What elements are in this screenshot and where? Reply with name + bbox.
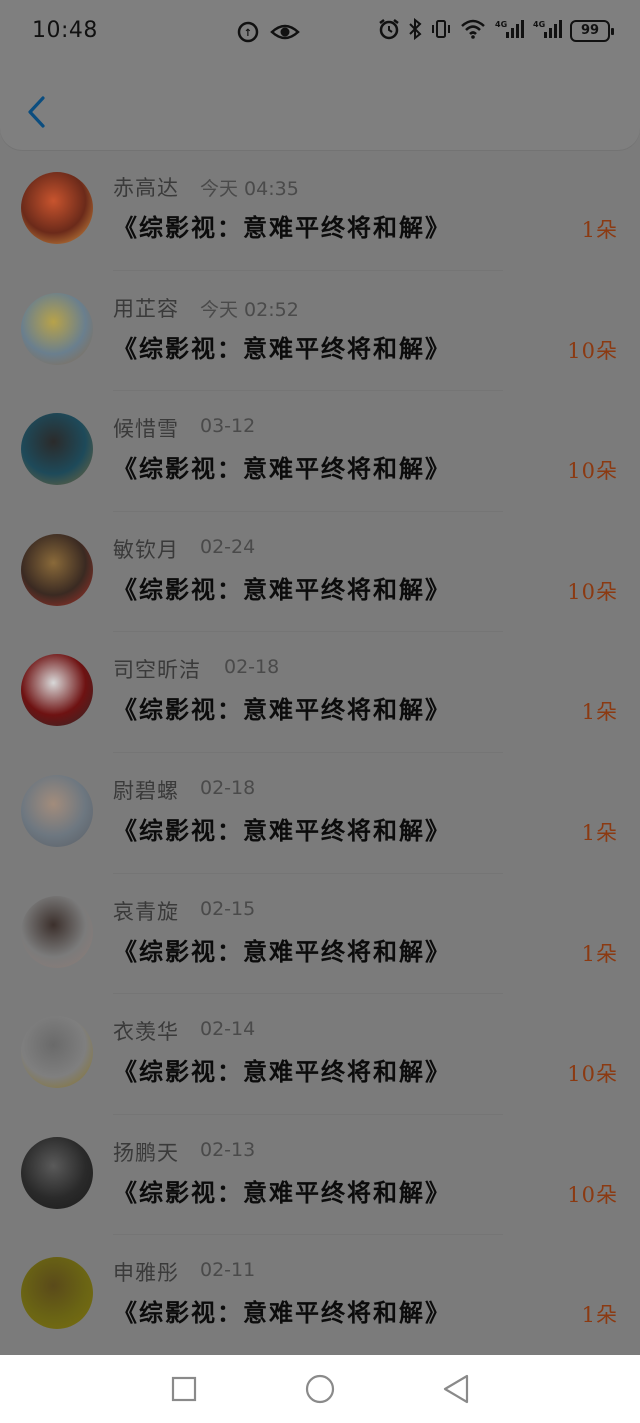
avatar[interactable] xyxy=(21,172,93,244)
recent-apps-button[interactable] xyxy=(168,1373,200,1405)
vibrate-icon xyxy=(430,18,452,44)
list-item[interactable]: 用芷容 今天 02:52 《综影视：意难平终将和解》 10朵 xyxy=(0,271,640,392)
flower-count: 10朵 xyxy=(567,1182,618,1207)
sender-name: 候惜雪 xyxy=(113,417,179,442)
triangle-back-icon xyxy=(443,1374,469,1404)
data-saver-icon: ↑ xyxy=(236,20,260,48)
book-title: 《综影视：意难平终将和解》 xyxy=(113,695,451,725)
wifi-icon xyxy=(460,18,486,44)
svg-text:↑: ↑ xyxy=(244,28,252,39)
timestamp: 02-24 xyxy=(200,535,256,558)
list-item[interactable]: 尉碧螺 02-18 《综影视：意难平终将和解》 1朵 xyxy=(0,753,640,874)
flower-count: 1朵 xyxy=(581,820,618,845)
nav-back-button[interactable] xyxy=(440,1373,472,1405)
signal-4g-icon-2: 4G xyxy=(532,18,562,44)
signal-4g-icon: 4G xyxy=(494,18,524,44)
back-button[interactable] xyxy=(22,92,50,132)
list-item[interactable]: 哀青旋 02-15 《综影视：意难平终将和解》 1朵 xyxy=(0,874,640,995)
timestamp: 02-18 xyxy=(200,776,256,799)
sender-name: 尉碧螺 xyxy=(113,778,179,803)
list-item[interactable]: 申雅彤 02-11 《综影视：意难平终将和解》 1朵 xyxy=(0,1235,640,1356)
book-title: 《综影视：意难平终将和解》 xyxy=(113,454,451,484)
battery-icon: 99 xyxy=(570,20,614,42)
screen: 10:48 ↑ 4G 4G 99 赤高达 今天 04:35 《综影视：意难平终将… xyxy=(0,0,640,1423)
sender-name: 用芷容 xyxy=(113,296,179,321)
list-item[interactable]: 敏钦月 02-24 《综影视：意难平终将和解》 10朵 xyxy=(0,512,640,633)
chevron-left-icon xyxy=(28,96,45,128)
timestamp: 02-13 xyxy=(200,1138,256,1161)
eye-icon xyxy=(270,20,300,48)
svg-text:4G: 4G xyxy=(533,20,545,29)
sender-name: 衣羡华 xyxy=(113,1020,179,1045)
book-title: 《综影视：意难平终将和解》 xyxy=(113,1177,451,1207)
flower-count: 1朵 xyxy=(581,1303,618,1328)
avatar[interactable] xyxy=(21,774,93,847)
list-item[interactable]: 衣羡华 02-14 《综影视：意难平终将和解》 10朵 xyxy=(0,994,640,1115)
svg-text:4G: 4G xyxy=(495,20,507,29)
timestamp: 02-11 xyxy=(200,1259,256,1282)
list-item[interactable]: 候惜雪 03-12 《综影视：意难平终将和解》 10朵 xyxy=(0,391,640,512)
sender-name: 敏钦月 xyxy=(113,537,179,562)
timestamp: 02-18 xyxy=(224,656,280,679)
timestamp: 02-14 xyxy=(200,1018,256,1041)
flower-count: 1朵 xyxy=(581,218,618,242)
list-item[interactable]: 司空昕洁 02-18 《综影视：意难平终将和解》 1朵 xyxy=(0,632,640,753)
avatar[interactable] xyxy=(21,292,93,365)
sender-name: 哀青旋 xyxy=(113,899,179,924)
timestamp: 今天 02:52 xyxy=(200,298,299,321)
flower-count: 10朵 xyxy=(567,1062,618,1087)
timestamp: 02-15 xyxy=(200,897,256,920)
book-title: 《综影视：意难平终将和解》 xyxy=(113,574,451,604)
avatar[interactable] xyxy=(21,1016,93,1089)
avatar[interactable] xyxy=(21,654,93,727)
avatar[interactable] xyxy=(21,1136,93,1209)
list-item[interactable]: 扬鹏天 02-13 《综影视：意难平终将和解》 10朵 xyxy=(0,1115,640,1236)
status-time: 10:48 xyxy=(32,18,98,43)
timestamp: 今天 04:35 xyxy=(200,178,299,200)
status-bar: 10:48 ↑ 4G 4G 99 xyxy=(0,0,640,64)
book-title: 《综影视：意难平终将和解》 xyxy=(113,333,451,363)
timestamp: 03-12 xyxy=(200,415,256,438)
flower-count: 1朵 xyxy=(581,941,618,966)
status-mid-icons: ↑ xyxy=(236,20,300,48)
status-right-icons: 4G 4G 99 xyxy=(378,17,614,44)
flower-count: 10朵 xyxy=(567,459,618,484)
list-item[interactable]: 赤高达 今天 04:35 《综影视：意难平终将和解》 1朵 xyxy=(0,150,640,271)
bluetooth-icon xyxy=(408,17,422,44)
circle-icon xyxy=(305,1374,335,1404)
system-nav-bar xyxy=(0,1355,640,1423)
avatar[interactable] xyxy=(21,413,93,486)
book-title: 《综影视：意难平终将和解》 xyxy=(113,815,451,845)
book-title: 《综影视：意难平终将和解》 xyxy=(113,936,451,966)
sender-name: 司空昕洁 xyxy=(113,658,201,683)
flower-count: 1朵 xyxy=(581,700,618,725)
sender-name: 赤高达 xyxy=(113,176,179,200)
header-panel: 10:48 ↑ 4G 4G 99 xyxy=(0,0,640,150)
flower-count: 10朵 xyxy=(567,338,618,363)
flower-count: 10朵 xyxy=(567,579,618,604)
home-button[interactable] xyxy=(304,1373,336,1405)
square-icon xyxy=(171,1376,197,1402)
alarm-icon xyxy=(378,18,400,44)
book-title: 《综影视：意难平终将和解》 xyxy=(113,1057,451,1087)
book-title: 《综影视：意难平终将和解》 xyxy=(113,1298,451,1328)
avatar[interactable] xyxy=(21,895,93,968)
sender-name: 申雅彤 xyxy=(113,1261,179,1286)
avatar[interactable] xyxy=(21,1257,93,1330)
book-title: 《综影视：意难平终将和解》 xyxy=(113,213,451,242)
gift-record-list: 赤高达 今天 04:35 《综影视：意难平终将和解》 1朵 用芷容 今天 02:52 《综影… xyxy=(0,150,640,1356)
sender-name: 扬鹏天 xyxy=(113,1140,179,1165)
avatar[interactable] xyxy=(21,533,93,606)
